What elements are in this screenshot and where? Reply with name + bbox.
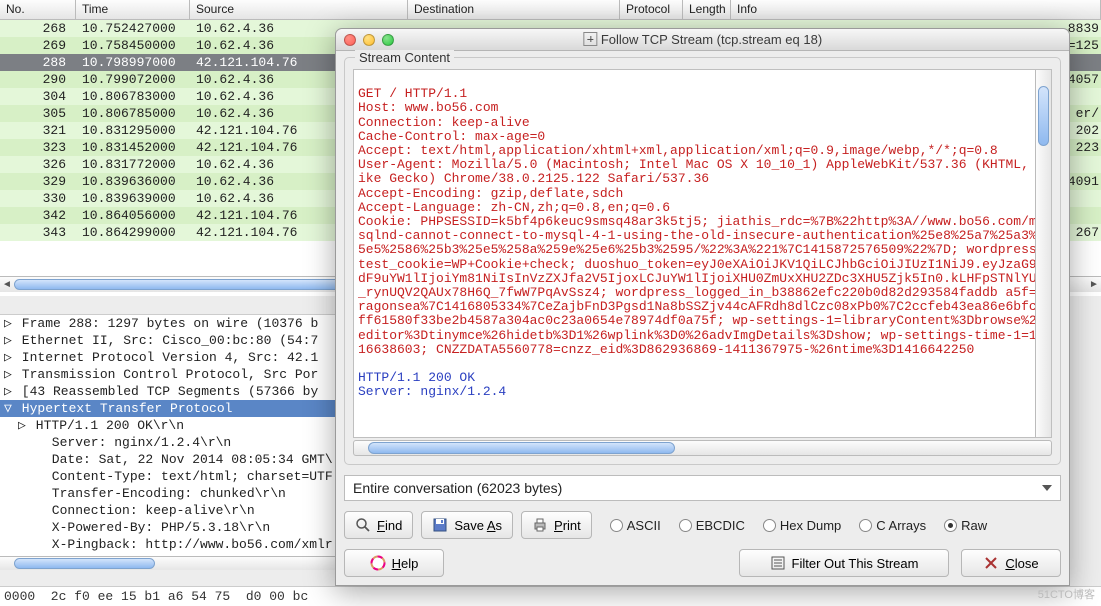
dialog-title: Follow TCP Stream (tcp.stream eq 18) bbox=[583, 32, 822, 47]
toolbar: Find Save As Print ASCII EBCDIC Hex Dump… bbox=[336, 507, 1069, 543]
col-protocol[interactable]: Protocol bbox=[620, 0, 683, 19]
tree-node[interactable]: ▷ Ethernet II, Src: Cisco_00:bc:80 (54:7 bbox=[0, 332, 335, 349]
packet-list-header: No. Time Source Destination Protocol Len… bbox=[0, 0, 1101, 20]
chevron-down-icon bbox=[1042, 485, 1052, 491]
tree-hscroll[interactable] bbox=[0, 556, 335, 570]
zoom-icon[interactable] bbox=[382, 34, 394, 46]
col-info[interactable]: Info bbox=[731, 0, 1101, 19]
radio-raw[interactable]: Raw bbox=[944, 518, 987, 533]
tree-node[interactable]: Transfer-Encoding: chunked\r\n bbox=[0, 485, 335, 502]
filter-out-stream-button[interactable]: Filter Out This Stream bbox=[739, 549, 949, 577]
filter-icon bbox=[770, 555, 786, 571]
response-text: HTTP/1.1 200 OK Server: nginx/1.2.4 bbox=[358, 370, 506, 399]
help-icon bbox=[370, 555, 386, 571]
stream-content[interactable]: GET / HTTP/1.1 Host: www.bo56.com Connec… bbox=[353, 69, 1052, 438]
print-icon bbox=[532, 517, 548, 533]
col-no[interactable]: No. bbox=[0, 0, 76, 19]
radio-carrays[interactable]: C Arrays bbox=[859, 518, 926, 533]
col-length[interactable]: Length bbox=[683, 0, 731, 19]
tree-node[interactable]: ▷ [43 Reassembled TCP Segments (57366 by bbox=[0, 383, 335, 400]
help-button[interactable]: Help bbox=[344, 549, 444, 577]
tree-node[interactable]: ▽ Hypertext Transfer Protocol bbox=[0, 400, 335, 417]
stream-content-frame: Stream Content GET / HTTP/1.1 Host: www.… bbox=[344, 57, 1061, 465]
minimize-icon[interactable] bbox=[363, 34, 375, 46]
tree-node[interactable]: Date: Sat, 22 Nov 2014 08:05:34 GMT\ bbox=[0, 451, 335, 468]
dialog-footer: Help Filter Out This Stream Close bbox=[336, 543, 1069, 585]
save-as-button[interactable]: Save As bbox=[421, 511, 513, 539]
watermark: 51CTO博客 bbox=[1038, 586, 1095, 602]
tree-node[interactable]: Content-Type: text/html; charset=UTF bbox=[0, 468, 335, 485]
save-icon bbox=[432, 517, 448, 533]
radio-ebcdic[interactable]: EBCDIC bbox=[679, 518, 745, 533]
col-time[interactable]: Time bbox=[76, 0, 190, 19]
packet-details-tree[interactable]: ▷ Frame 288: 1297 bytes on wire (10376 b… bbox=[0, 314, 335, 570]
request-text: GET / HTTP/1.1 Host: www.bo56.com Connec… bbox=[358, 86, 1045, 357]
tree-node[interactable]: ▷ Transmission Control Protocol, Src Por bbox=[0, 366, 335, 383]
tree-node[interactable]: Connection: keep-alive\r\n bbox=[0, 502, 335, 519]
app-icon bbox=[583, 32, 597, 46]
tree-node[interactable]: ▷ HTTP/1.1 200 OK\r\n bbox=[0, 417, 335, 434]
find-button[interactable]: Find bbox=[344, 511, 413, 539]
tree-node[interactable]: X-Powered-By: PHP/5.3.18\r\n bbox=[0, 519, 335, 536]
search-icon bbox=[355, 517, 371, 533]
hex-view[interactable]: 0000 2c f0 ee 15 b1 a6 54 75 d0 00 bc bbox=[0, 586, 1101, 606]
tree-node[interactable]: X-Pingback: http://www.bo56.com/xmlr bbox=[0, 536, 335, 553]
follow-tcp-stream-dialog: Follow TCP Stream (tcp.stream eq 18) Str… bbox=[335, 28, 1070, 586]
radio-ascii[interactable]: ASCII bbox=[610, 518, 661, 533]
close-icon[interactable] bbox=[344, 34, 356, 46]
print-button[interactable]: Print bbox=[521, 511, 592, 539]
col-destination[interactable]: Destination bbox=[408, 0, 620, 19]
conversation-selector[interactable]: Entire conversation (62023 bytes) bbox=[344, 475, 1061, 501]
radio-hexdump[interactable]: Hex Dump bbox=[763, 518, 841, 533]
content-vscroll[interactable] bbox=[1035, 70, 1051, 437]
content-hscroll[interactable] bbox=[353, 440, 1052, 456]
close-button[interactable]: Close bbox=[961, 549, 1061, 577]
tree-node[interactable]: Server: nginx/1.2.4\r\n bbox=[0, 434, 335, 451]
titlebar[interactable]: Follow TCP Stream (tcp.stream eq 18) bbox=[336, 29, 1069, 51]
combo-value: Entire conversation (62023 bytes) bbox=[353, 480, 562, 496]
frame-label: Stream Content bbox=[355, 50, 454, 65]
col-source[interactable]: Source bbox=[190, 0, 408, 19]
tree-node[interactable]: ▷ Frame 288: 1297 bytes on wire (10376 b bbox=[0, 315, 335, 332]
close-x-icon bbox=[983, 555, 999, 571]
tree-node[interactable]: ▷ Internet Protocol Version 4, Src: 42.1 bbox=[0, 349, 335, 366]
